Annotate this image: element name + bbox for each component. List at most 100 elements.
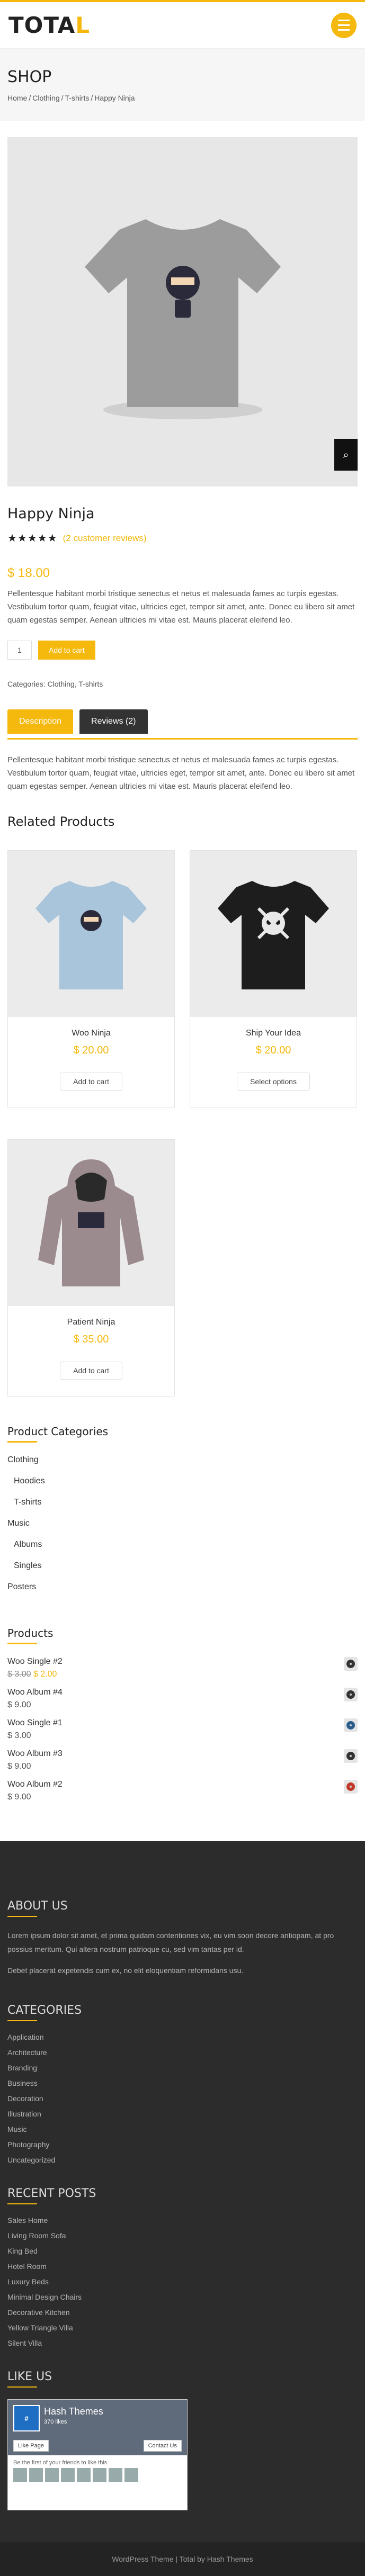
product-name[interactable]: Ship Your Idea (190, 1029, 357, 1038)
tshirt-image (35, 881, 147, 989)
product-name[interactable]: Woo Single #1 (7, 1718, 63, 1728)
quantity-input[interactable]: 1 (7, 641, 32, 660)
avatar[interactable] (45, 2468, 59, 2482)
add-to-cart-button[interactable]: Add to cart (60, 1362, 122, 1380)
recent-post-link[interactable]: Decorative Kitchen (7, 2308, 358, 2323)
product-thumbnail[interactable] (190, 851, 357, 1017)
product-price: $ 18.00 (7, 566, 50, 580)
product-price: $ 35.00 (73, 1334, 109, 1345)
hoodie-image (38, 1159, 144, 1286)
facebook-page-widget[interactable]: # Hash Themes 370 likes Like Page Contac… (7, 2399, 188, 2510)
tab-description-content: Pellentesque habitant morbi tristique se… (7, 755, 355, 791)
avatar[interactable] (109, 2468, 122, 2482)
footer-category-link[interactable]: Application (7, 2033, 358, 2048)
star-rating-icon: ★★★★★ (7, 533, 58, 544)
footer-category-link[interactable]: Decoration (7, 2094, 358, 2110)
title-underline (7, 2203, 37, 2204)
add-to-cart-button[interactable]: Add to cart (38, 641, 95, 660)
avatar[interactable] (29, 2468, 43, 2482)
album-thumbnail-icon[interactable] (344, 1718, 358, 1732)
product-name[interactable]: Woo Album #2 (7, 1780, 63, 1789)
facebook-like-button[interactable]: Like Page (13, 2440, 49, 2452)
album-thumbnail-icon[interactable] (344, 1780, 358, 1794)
about-us-text-2: Debet placerat expetendis cum ex, no eli… (7, 1966, 244, 1975)
select-options-button[interactable]: Select options (237, 1073, 310, 1091)
product-price: $ 20.00 (73, 1044, 109, 1056)
product-categories-list: Clothing Hoodies T-shirts Music Albums S… (7, 1455, 358, 1604)
recent-posts-title: RECENT POSTS (7, 2187, 96, 2200)
recent-post-link[interactable]: Living Room Sofa (7, 2231, 358, 2247)
avatar[interactable] (13, 2468, 27, 2482)
footer-category-link[interactable]: Illustration (7, 2110, 358, 2125)
footer-category-link[interactable]: Music (7, 2125, 358, 2140)
footer-categories-list: Application Architecture Branding Busine… (7, 2033, 358, 2171)
album-thumbnail-icon[interactable] (344, 1688, 358, 1701)
facebook-cover-image: # Hash Themes 370 likes Like Page Contac… (8, 2400, 187, 2455)
tab-reviews[interactable]: Reviews (2) (79, 709, 148, 734)
product-name[interactable]: Woo Ninja (8, 1029, 174, 1038)
copyright-text: WordPress Theme | Total by Hash Themes (112, 2555, 253, 2563)
related-product-card[interactable]: Patient Ninja $ 35.00 Add to cart (7, 1139, 175, 1397)
facebook-likes-count: 370 likes (44, 2419, 67, 2425)
recent-post-link[interactable]: Minimal Design Chairs (7, 2293, 358, 2308)
recent-post-link[interactable]: Yellow Triangle Villa (7, 2323, 358, 2339)
breadcrumb-tshirts[interactable]: T-shirts (65, 94, 90, 102)
facebook-contact-button[interactable]: Contact Us (143, 2440, 182, 2452)
site-logo[interactable]: TOTAL (8, 12, 90, 38)
avatar[interactable] (124, 2468, 138, 2482)
related-products-title: Related Products (7, 814, 115, 829)
list-item[interactable]: Woo Album #2 $ 9.00 (7, 1780, 358, 1802)
category-albums[interactable]: Albums (7, 1540, 358, 1561)
album-thumbnail-icon[interactable] (344, 1749, 358, 1763)
tab-description[interactable]: Description (7, 709, 74, 734)
hamburger-icon[interactable] (331, 12, 357, 38)
product-thumbnail[interactable] (8, 1140, 174, 1306)
breadcrumb: Home / Clothing / T-shirts / Happy Ninja (7, 94, 135, 102)
recent-post-link[interactable]: Silent Villa (7, 2339, 358, 2354)
footer-category-link[interactable]: Photography (7, 2140, 358, 2156)
category-clothing[interactable]: Clothing (7, 1455, 358, 1476)
category-hoodies[interactable]: Hoodies (7, 1476, 358, 1498)
add-to-cart-button[interactable]: Add to cart (60, 1073, 122, 1091)
footer-category-link[interactable]: Architecture (7, 2048, 358, 2064)
related-product-card[interactable]: Ship Your Idea $ 20.00 Select options (190, 850, 357, 1107)
footer-category-link[interactable]: Branding (7, 2064, 358, 2079)
product-name[interactable]: Woo Album #4 (7, 1688, 63, 1697)
breadcrumb-clothing[interactable]: Clothing (32, 94, 59, 102)
facebook-page-name[interactable]: Hash Themes (44, 2406, 103, 2417)
recent-post-link[interactable]: Sales Home (7, 2216, 358, 2231)
recent-post-link[interactable]: King Bed (7, 2247, 358, 2262)
list-item[interactable]: Woo Single #1 $ 3.00 (7, 1718, 358, 1741)
tshirt-image (84, 219, 281, 419)
category-posters[interactable]: Posters (7, 1582, 358, 1604)
product-categories-title: Product Categories (7, 1425, 109, 1438)
product-price: $ 9.00 (7, 1700, 31, 1709)
avatar[interactable] (93, 2468, 106, 2482)
list-item[interactable]: Woo Single #2 $ 3.00 $ 2.00 (7, 1657, 358, 1679)
related-products-grid: Woo Ninja $ 20.00 Add to cart Ship Your … (7, 850, 358, 1397)
category-singles[interactable]: Singles (7, 1561, 358, 1582)
avatar[interactable] (77, 2468, 91, 2482)
hash-themes-logo-icon: # (13, 2405, 40, 2431)
category-tshirts[interactable]: T-shirts (7, 1498, 358, 1519)
sale-price: $ 2.00 (33, 1670, 57, 1679)
product-name[interactable]: Woo Single #2 (7, 1657, 63, 1667)
related-product-card[interactable]: Woo Ninja $ 20.00 Add to cart (7, 850, 175, 1107)
footer-category-link[interactable]: Uncategorized (7, 2156, 358, 2171)
zoom-icon[interactable]: ⌕ (334, 439, 358, 471)
category-music[interactable]: Music (7, 1519, 358, 1540)
recent-post-link[interactable]: Luxury Beds (7, 2277, 358, 2293)
product-thumbnail[interactable] (8, 851, 174, 1017)
list-item[interactable]: Woo Album #4 $ 9.00 (7, 1688, 358, 1710)
product-image[interactable]: ⌕ (7, 137, 358, 487)
recent-post-link[interactable]: Hotel Room (7, 2262, 358, 2277)
reviews-link[interactable]: (2 customer reviews) (63, 533, 147, 544)
product-title: Happy Ninja (7, 506, 95, 522)
product-name[interactable]: Woo Album #3 (7, 1749, 63, 1759)
album-thumbnail-icon[interactable] (344, 1657, 358, 1671)
footer-category-link[interactable]: Business (7, 2079, 358, 2094)
breadcrumb-home[interactable]: Home (7, 94, 27, 102)
product-name[interactable]: Patient Ninja (8, 1318, 174, 1327)
list-item[interactable]: Woo Album #3 $ 9.00 (7, 1749, 358, 1771)
avatar[interactable] (61, 2468, 75, 2482)
